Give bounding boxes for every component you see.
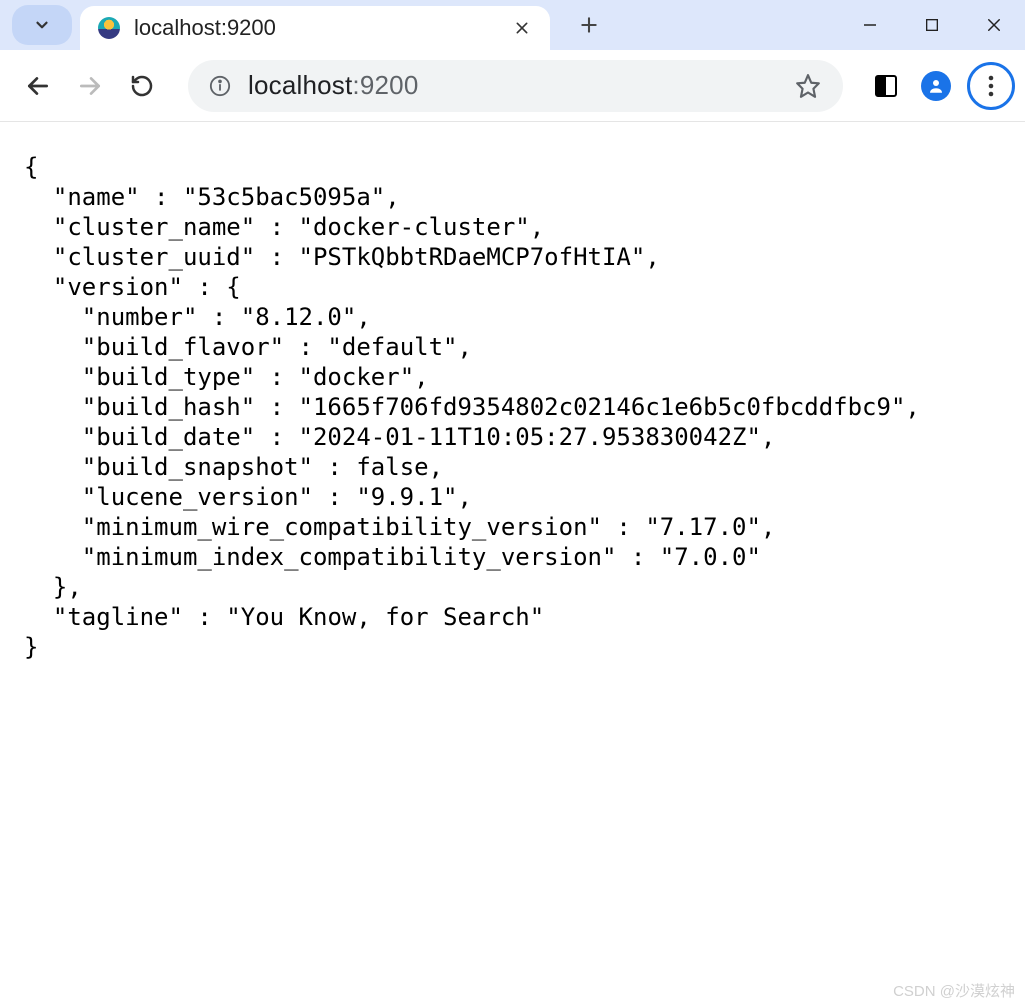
json-min-wire: 7.17.0	[660, 513, 747, 541]
browser-tab[interactable]: localhost:9200	[80, 6, 550, 50]
star-icon	[795, 73, 821, 99]
json-cluster-uuid: PSTkQbbtRDaeMCP7ofHtIA	[313, 243, 631, 271]
close-icon	[514, 20, 530, 36]
url-port: :9200	[352, 70, 418, 100]
tab-close-button[interactable]	[508, 14, 536, 42]
json-build-type: docker	[313, 363, 400, 391]
json-build-snapshot: false	[356, 453, 428, 481]
url-text: localhost:9200	[248, 70, 777, 101]
plus-icon	[579, 15, 599, 35]
maximize-button[interactable]	[901, 0, 963, 50]
arrow-right-icon	[77, 73, 103, 99]
new-tab-button[interactable]	[568, 4, 610, 46]
extension-icon	[875, 75, 897, 97]
info-icon	[209, 75, 231, 97]
window-controls	[839, 0, 1025, 50]
back-button[interactable]	[14, 62, 62, 110]
chevron-down-icon	[33, 16, 51, 34]
json-name: 53c5bac5095a	[197, 183, 370, 211]
json-build-hash: 1665f706fd9354802c02146c1e6b5c0fbcddfbc9	[313, 393, 891, 421]
minimize-button[interactable]	[839, 0, 901, 50]
json-tagline: You Know, for Search	[241, 603, 530, 631]
arrow-left-icon	[25, 73, 51, 99]
reload-button[interactable]	[118, 62, 166, 110]
menu-button[interactable]	[967, 62, 1015, 110]
json-lucene-version: 9.9.1	[371, 483, 443, 511]
address-bar[interactable]: localhost:9200	[188, 60, 843, 112]
site-info-button[interactable]	[208, 74, 232, 98]
profile-button[interactable]	[913, 63, 959, 109]
page-content: { "name" : "53c5bac5095a", "cluster_name…	[0, 122, 1025, 686]
forward-button[interactable]	[66, 62, 114, 110]
reload-icon	[130, 74, 154, 98]
json-min-index: 7.0.0	[674, 543, 746, 571]
extensions-button[interactable]	[863, 63, 909, 109]
profile-avatar-icon	[921, 71, 951, 101]
json-build-flavor: default	[342, 333, 443, 361]
elasticsearch-favicon-icon	[98, 17, 120, 39]
json-build-date: 2024-01-11T10:05:27.953830042Z	[313, 423, 746, 451]
close-icon	[985, 16, 1003, 34]
kebab-menu-icon	[988, 75, 994, 97]
watermark: CSDN @沙漠炫神	[893, 980, 1015, 1001]
maximize-icon	[924, 17, 940, 33]
tab-strip: localhost:9200	[0, 0, 1025, 50]
tab-title: localhost:9200	[134, 15, 508, 41]
url-host: localhost	[248, 70, 352, 100]
tab-search-dropdown[interactable]	[12, 5, 72, 45]
toolbar: localhost:9200	[0, 50, 1025, 122]
minimize-icon	[861, 16, 879, 34]
json-version-number: 8.12.0	[255, 303, 342, 331]
json-cluster-name: docker-cluster	[313, 213, 515, 241]
bookmark-button[interactable]	[793, 71, 823, 101]
close-window-button[interactable]	[963, 0, 1025, 50]
